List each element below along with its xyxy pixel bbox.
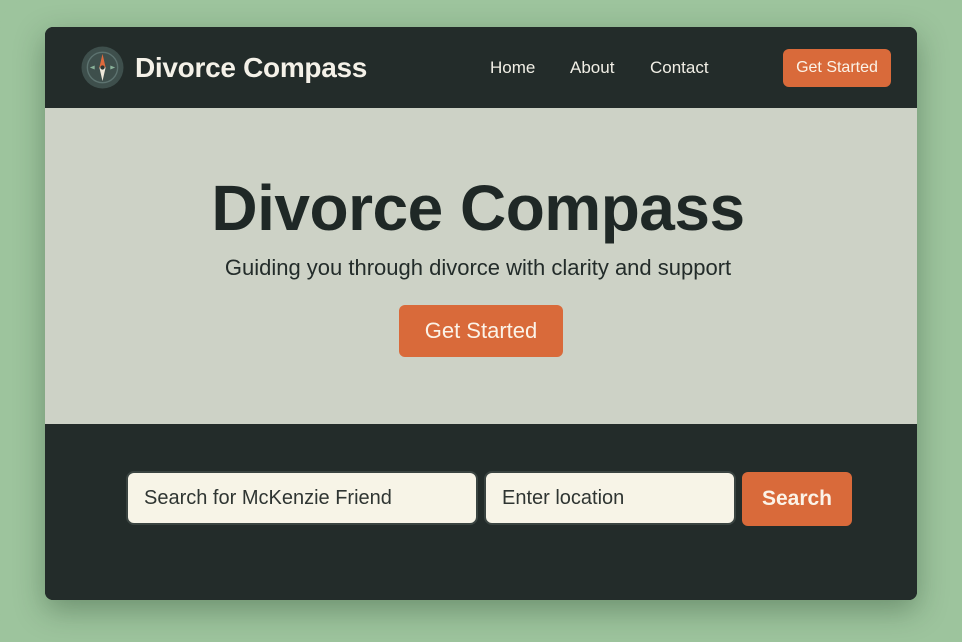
nav-link-home[interactable]: Home xyxy=(490,58,535,78)
nav-link-contact[interactable]: Contact xyxy=(650,58,709,78)
nav-link-about[interactable]: About xyxy=(570,58,614,78)
brand-name[interactable]: Divorce Compass xyxy=(135,51,367,85)
hero-get-started-button[interactable]: Get Started xyxy=(399,305,563,357)
nav-get-started-button[interactable]: Get Started xyxy=(783,49,891,87)
location-input[interactable] xyxy=(484,471,736,525)
search-button[interactable]: Search xyxy=(742,472,852,526)
search-section: Search xyxy=(45,424,917,600)
page-background: Divorce Compass Home About Contact Get S… xyxy=(0,0,962,642)
browser-window: Divorce Compass Home About Contact Get S… xyxy=(45,27,917,600)
mckenzie-friend-search-input[interactable] xyxy=(126,471,478,525)
hero-subtitle: Guiding you through divorce with clarity… xyxy=(224,255,732,280)
top-navbar: Divorce Compass Home About Contact Get S… xyxy=(45,27,917,108)
hero-title: Divorce Compass xyxy=(211,172,745,244)
compass-icon[interactable] xyxy=(81,46,124,89)
hero-section: Divorce Compass Guiding you through divo… xyxy=(45,108,917,424)
